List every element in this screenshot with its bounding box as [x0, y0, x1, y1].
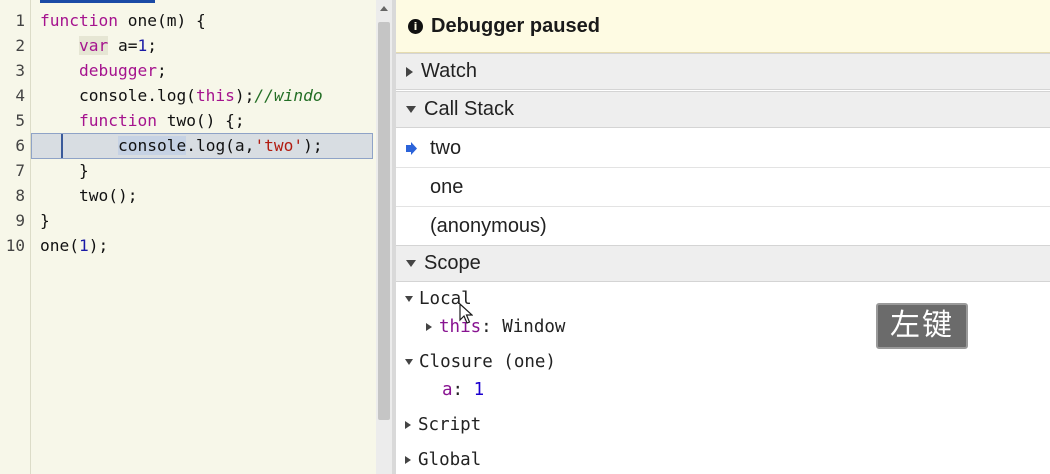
code-token: ) {	[176, 11, 206, 30]
frame-name: two	[430, 137, 462, 159]
line-number[interactable]: 4	[0, 83, 29, 108]
code-token: a=	[108, 36, 138, 55]
call-stack-title: Call Stack	[424, 98, 515, 120]
collapse-triangle-icon	[405, 359, 413, 365]
code-token: one(	[117, 11, 167, 30]
closure-var-name: a	[442, 380, 453, 400]
scope-global[interactable]: Global	[405, 448, 481, 472]
editor-scrollbar[interactable]	[376, 0, 392, 474]
expand-triangle-icon	[406, 66, 413, 77]
code-editor[interactable]: 1 2 3 4 5 6 7 8 9 10 function one(m) { var a=1; d…	[0, 0, 376, 474]
collapse-triangle-icon	[406, 260, 416, 267]
code-line[interactable]: var a=1;	[40, 33, 376, 58]
code-token: this	[195, 86, 235, 105]
scope-closure-label: Closure (one)	[419, 352, 556, 372]
code-token: );	[88, 236, 109, 255]
line-number[interactable]: 10	[0, 233, 29, 258]
watch-title: Watch	[421, 60, 477, 82]
code-token: two() {;	[156, 111, 245, 130]
code-token: 'two'	[254, 136, 304, 155]
closure-var-value: 1	[473, 380, 485, 400]
line-number[interactable]: 5	[0, 108, 29, 133]
code-token: function	[40, 11, 118, 30]
this-value: Window	[502, 317, 566, 337]
code-token: 1	[78, 236, 89, 255]
call-stack-section-header[interactable]: Call Stack	[396, 91, 1050, 128]
gutter-border	[30, 0, 31, 474]
code-token: debugger	[78, 61, 157, 80]
scope-title: Scope	[424, 252, 481, 274]
frame-name: one	[430, 176, 464, 198]
paused-label: Debugger paused	[431, 14, 600, 37]
code-token: //windo	[254, 86, 323, 105]
call-stack-frame[interactable]: (anonymous)	[396, 208, 1050, 246]
code-line[interactable]: function one(m) {	[40, 8, 376, 33]
code-token: ;	[147, 36, 157, 55]
info-icon: i	[408, 18, 423, 34]
debugger-paused-banner: i Debugger paused	[396, 0, 1050, 53]
line-number[interactable]: 1	[0, 8, 29, 33]
code-token: );	[303, 136, 323, 155]
expand-triangle-icon	[426, 323, 432, 331]
watch-section-header[interactable]: Watch	[396, 53, 1050, 90]
scope-section-header[interactable]: Scope	[396, 245, 1050, 282]
closure-var-sep: :	[452, 380, 474, 400]
scope-script[interactable]: Script	[405, 413, 481, 437]
frame-name: (anonymous)	[430, 215, 547, 237]
code-line[interactable]: function two() {;	[40, 108, 376, 133]
code-token: console.log(	[40, 86, 196, 105]
code-token: function	[78, 111, 157, 130]
line-number-gutter[interactable]: 1 2 3 4 5 6 7 8 9 10	[0, 8, 29, 258]
code-token: two();	[40, 186, 138, 205]
line-number[interactable]: 3	[0, 58, 29, 83]
code-line[interactable]: console.log(a,'two');	[40, 133, 376, 158]
line-number[interactable]: 6	[0, 133, 29, 158]
code-token: );	[234, 86, 255, 105]
code-token: 1	[137, 36, 148, 55]
scope-script-label: Script	[418, 415, 482, 435]
code-token: }	[40, 161, 89, 180]
scroll-up-arrow-icon[interactable]	[380, 6, 388, 11]
collapse-triangle-icon	[405, 296, 413, 302]
editor-tab-indicator	[40, 0, 155, 3]
line-number[interactable]: 2	[0, 33, 29, 58]
code-line[interactable]: one(1);	[40, 233, 376, 258]
current-frame-arrow-icon	[406, 142, 417, 155]
code-token: var	[78, 36, 109, 55]
code-line[interactable]: }	[40, 208, 376, 233]
code-line[interactable]: console.log(this);//windo	[40, 83, 376, 108]
key-press-badge: 左键	[876, 303, 968, 349]
line-number[interactable]: 8	[0, 183, 29, 208]
code-line[interactable]: }	[40, 158, 376, 183]
line-number[interactable]: 7	[0, 158, 29, 183]
code-token: m	[166, 11, 177, 30]
this-sep: :	[481, 317, 503, 337]
expand-triangle-icon	[405, 421, 411, 429]
code-line[interactable]: debugger;	[40, 58, 376, 83]
code-lines[interactable]: function one(m) { var a=1; debugger; con…	[40, 8, 376, 258]
line-number[interactable]: 9	[0, 208, 29, 233]
mouse-pointer-icon	[459, 303, 473, 324]
scrollbar-thumb[interactable]	[378, 22, 390, 420]
scope-this-entry[interactable]: this: Window	[426, 315, 565, 339]
code-token: }	[40, 211, 50, 230]
debugger-sidebar: i Debugger paused Watch Call Stack two o…	[396, 0, 1050, 474]
code-token: one(	[40, 236, 79, 255]
code-line[interactable]: two();	[40, 183, 376, 208]
scope-closure[interactable]: Closure (one)	[405, 350, 556, 374]
call-stack-frame[interactable]: two	[396, 130, 1050, 168]
expand-triangle-icon	[405, 456, 411, 464]
call-stack-frame[interactable]: one	[396, 169, 1050, 207]
code-token: ;	[156, 61, 167, 80]
code-token: .log(a,	[186, 136, 255, 155]
collapse-triangle-icon	[406, 106, 416, 113]
scope-global-label: Global	[418, 450, 482, 470]
scope-closure-var[interactable]: a: 1	[442, 378, 484, 402]
code-token: console	[117, 136, 187, 155]
